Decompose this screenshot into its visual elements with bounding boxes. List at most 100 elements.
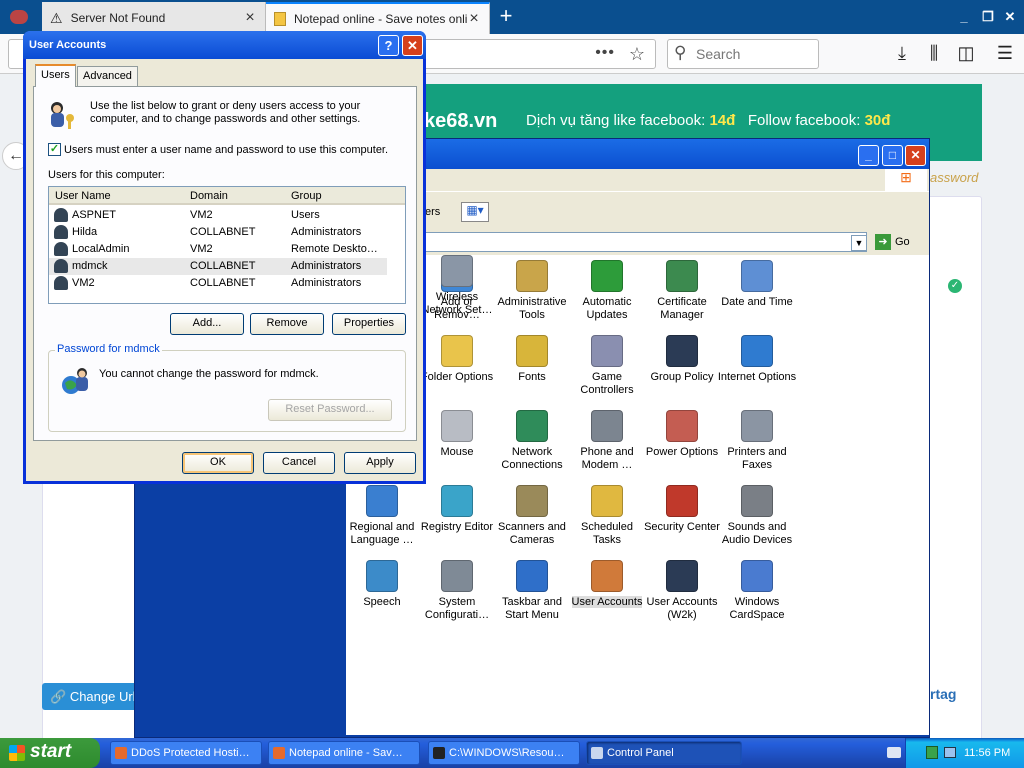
cp-item-security-center[interactable]: Security Center	[642, 485, 722, 534]
cp-item-fonts[interactable]: Fonts	[492, 335, 572, 384]
taskbar-item-notepad[interactable]: Notepad online - Sav…	[268, 741, 420, 765]
cp-item-label: Regional and Language …	[349, 521, 415, 546]
users-tab-panel: Use the list below to grant or deny user…	[33, 86, 417, 441]
go-button[interactable]: ➜ Go	[875, 234, 925, 252]
firefox-menu-icon[interactable]	[10, 10, 28, 24]
sidebar-icon[interactable]: ◫	[955, 43, 977, 64]
remove-user-button[interactable]: Remove	[250, 313, 324, 335]
taskbar-item-control-panel[interactable]: Control Panel	[586, 741, 742, 765]
cp-item-scheduled-tasks[interactable]: Scheduled Tasks	[567, 485, 647, 547]
cp-item-label: User Accounts	[571, 596, 643, 608]
minimize-button[interactable]: _	[858, 145, 879, 166]
taskbar-item-label: C:\WINDOWS\Resou…	[449, 747, 565, 759]
cp-item-system-configuration[interactable]: System Configurati…	[417, 560, 497, 622]
cp-item-mouse[interactable]: Mouse	[417, 410, 497, 459]
cp-item-date-time[interactable]: Date and Time	[717, 260, 797, 309]
views-icon[interactable]: ▦▾	[461, 202, 489, 222]
cp-item-network-connections[interactable]: Network Connections	[492, 410, 572, 472]
start-button[interactable]: start	[0, 738, 100, 768]
cp-item-label: Scheduled Tasks	[581, 521, 633, 546]
cp-item-user-accounts-w2k[interactable]: User Accounts (W2k)	[642, 560, 722, 622]
cp-item-printers-faxes[interactable]: Printers and Faxes	[717, 410, 797, 472]
column-domain[interactable]: Domain	[190, 190, 228, 202]
close-button[interactable]: ✕	[402, 35, 423, 56]
close-window-button[interactable]: ✕	[1000, 7, 1020, 27]
minimize-button[interactable]: _	[954, 7, 974, 27]
monitor-icon[interactable]	[944, 747, 956, 758]
tab-title: Notepad online - Save notes online	[294, 12, 467, 26]
folders-button-fragment[interactable]: ers	[425, 206, 440, 218]
hamburger-menu-icon[interactable]: ☰	[994, 43, 1016, 64]
cp-item-group-policy[interactable]: Group Policy	[642, 335, 722, 384]
maximize-button[interactable]: □	[882, 145, 903, 166]
keyboard-icon[interactable]	[887, 747, 901, 758]
change-url-button[interactable]: 🔗 Change Url	[42, 683, 142, 710]
close-tab-icon[interactable]: ×	[243, 9, 257, 27]
tab-advanced[interactable]: Advanced	[77, 66, 138, 86]
cp-item-automatic-updates[interactable]: Automatic Updates	[567, 260, 647, 322]
downloads-icon[interactable]: ⤓	[891, 43, 913, 64]
properties-button[interactable]: Properties	[332, 313, 406, 335]
password-message: You cannot change the password for mdmck…	[99, 368, 319, 380]
cp-item-power-options[interactable]: Power Options	[642, 410, 722, 459]
ok-button[interactable]: OK	[182, 452, 254, 474]
bookmark-star-icon[interactable]: ☆	[629, 44, 645, 65]
checkbox-box[interactable]: ✓	[48, 143, 61, 156]
row-user-name: VM2	[72, 277, 95, 289]
cp-item-scanners-cameras[interactable]: Scanners and Cameras	[492, 485, 572, 547]
close-button[interactable]: ✕	[905, 145, 926, 166]
cancel-button[interactable]: Cancel	[263, 452, 335, 474]
cp-item-label: Automatic Updates	[582, 296, 632, 321]
column-user-name[interactable]: User Name	[55, 190, 111, 202]
row-domain: COLLABNET	[190, 226, 256, 238]
tag-link[interactable]: rtag	[930, 686, 956, 702]
tab-users[interactable]: Users	[35, 64, 76, 87]
clock[interactable]: 11:56 PM	[964, 747, 1010, 759]
cp-item-game-controllers[interactable]: Game Controllers	[567, 335, 647, 397]
close-tab-icon[interactable]: ×	[467, 10, 481, 28]
table-row[interactable]: VM2 COLLABNET Administrators	[49, 275, 387, 292]
user-icon	[54, 225, 68, 239]
taskbar-item-ddos[interactable]: DDoS Protected Hosti…	[110, 741, 262, 765]
page-actions-icon[interactable]: •••	[595, 44, 615, 62]
restore-button[interactable]: ❐	[978, 7, 998, 27]
new-tab-button[interactable]: +	[494, 4, 518, 28]
tab-notepad-online[interactable]: Notepad online - Save notes online ×	[266, 2, 490, 34]
apply-button[interactable]: Apply	[344, 452, 416, 474]
add-user-button[interactable]: Add...	[170, 313, 244, 335]
require-login-checkbox[interactable]: ✓ Users must enter a user name and passw…	[48, 143, 388, 156]
chevron-down-icon[interactable]: ▼	[851, 235, 867, 251]
windows-logo-icon: ⊞	[885, 169, 927, 191]
library-icon[interactable]: ⫼	[923, 43, 945, 64]
banner-price-1: 14đ	[709, 112, 736, 129]
help-button[interactable]: ?	[378, 35, 399, 56]
scheduled-tasks-icon	[591, 485, 623, 517]
cp-item-windows-cardspace[interactable]: Windows CardSpace	[717, 560, 797, 622]
tab-server-not-found[interactable]: ⚠ Server Not Found ×	[42, 2, 266, 34]
table-row[interactable]: LocalAdmin VM2 Remote Deskto…	[49, 241, 387, 258]
cp-item-phone-modem[interactable]: Phone and Modem …	[567, 410, 647, 472]
column-group[interactable]: Group	[291, 190, 322, 202]
cp-item-registry-editor[interactable]: Registry Editor	[417, 485, 497, 534]
cp-item-speech[interactable]: Speech	[342, 560, 422, 609]
cp-item-folder-options[interactable]: Folder Options	[417, 335, 497, 384]
taskbar-item-7zip[interactable]: C:\WINDOWS\Resou…	[428, 741, 580, 765]
row-group: Users	[291, 209, 320, 221]
cp-item-user-accounts[interactable]: User Accounts	[567, 560, 647, 609]
users-list[interactable]: User Name Domain Group ASPNET VM2 Users …	[48, 186, 406, 304]
cp-item-administrative-tools[interactable]: Administrative Tools	[492, 260, 572, 322]
cp-item-sounds-audio[interactable]: Sounds and Audio Devices	[717, 485, 797, 547]
registry-editor-icon	[441, 485, 473, 517]
table-row[interactable]: ASPNET VM2 Users	[49, 207, 387, 224]
search-input[interactable]: ⚲ Search	[667, 39, 819, 69]
cp-item-internet-options[interactable]: Internet Options	[717, 335, 797, 384]
network-icon[interactable]	[926, 746, 938, 759]
password-text[interactable]: assword	[930, 170, 978, 185]
cp-item-taskbar-start-menu[interactable]: Taskbar and Start Menu	[492, 560, 572, 622]
cp-item-wireless-network[interactable]: Wireless Network Set…	[417, 255, 497, 317]
table-row[interactable]: Hilda COLLABNET Administrators	[49, 224, 387, 241]
cp-item-certificate-manager[interactable]: Certificate Manager	[642, 260, 722, 322]
dialog-title[interactable]: User Accounts	[23, 31, 426, 59]
cp-item-regional-language[interactable]: Regional and Language …	[342, 485, 422, 547]
table-row[interactable]: mdmck COLLABNET Administrators	[49, 258, 387, 275]
